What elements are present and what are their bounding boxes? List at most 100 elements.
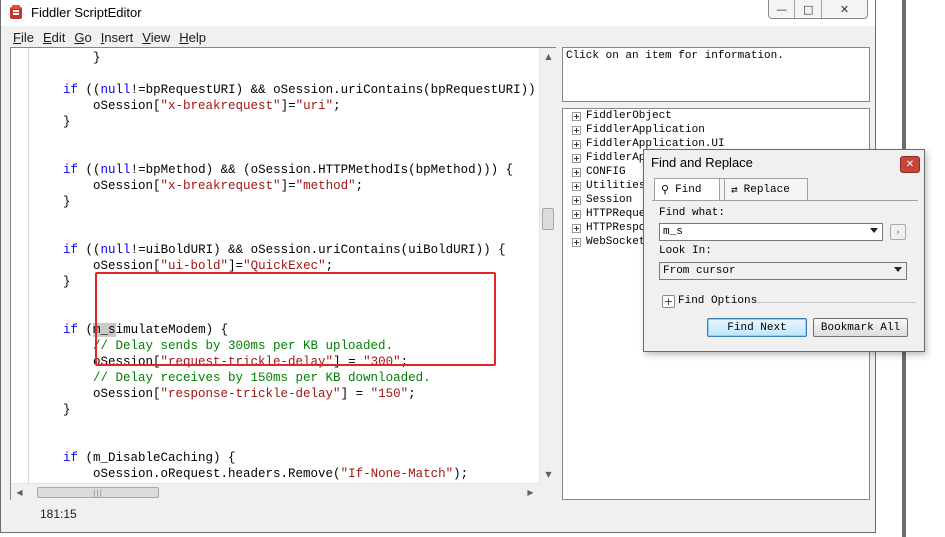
code-keyword: if bbox=[63, 163, 79, 177]
code-text: ; bbox=[355, 179, 364, 193]
code-line[interactable]: if (m_DisableCaching) { bbox=[11, 450, 236, 466]
menu-file-label: ile bbox=[20, 29, 34, 45]
code-string: "x-breakrequest" bbox=[160, 179, 281, 193]
code-text: ]= bbox=[280, 179, 296, 193]
menu-insert[interactable]: Insert bbox=[97, 30, 138, 45]
expand-icon[interactable] bbox=[572, 195, 581, 205]
code-string: "ui-bold" bbox=[160, 259, 229, 273]
code-line[interactable]: if ((null!=bpRequestURI) && oSession.uri… bbox=[11, 82, 539, 98]
tab-find[interactable]: ⚲ Find bbox=[654, 178, 720, 201]
expand-icon[interactable] bbox=[572, 237, 581, 247]
code-text: !=bpMethod) && (oSession.HTTPMethodIs(bp… bbox=[130, 163, 514, 177]
menu-bar: File Edit Go Insert View Help bbox=[9, 27, 869, 47]
tree-item[interactable]: FiddlerObject bbox=[572, 109, 672, 123]
expand-options-icon[interactable]: + bbox=[662, 295, 675, 308]
bookmark-all-button[interactable]: Bookmark All bbox=[813, 318, 908, 337]
code-text: oSession[ bbox=[11, 179, 161, 193]
expand-icon[interactable] bbox=[572, 139, 581, 149]
menu-go[interactable]: Go bbox=[70, 30, 95, 45]
find-what-input[interactable]: m_s bbox=[659, 223, 883, 241]
code-text: ( bbox=[78, 323, 94, 337]
scrollbar-corner bbox=[539, 483, 556, 500]
menu-help[interactable]: Help bbox=[175, 30, 210, 45]
code-line[interactable]: // Delay receives by 150ms per KB downlo… bbox=[11, 370, 431, 386]
code-string: "If-None-Match" bbox=[340, 467, 454, 481]
find-replace-dialog: Find and Replace ✕ ⚲ Find ⇄ Replace Find w… bbox=[643, 149, 925, 352]
find-what-label: Find what: bbox=[659, 207, 726, 219]
code-editor[interactable]: } if ((null!=bpRequestURI) && oSession.u… bbox=[10, 47, 556, 500]
minimize-button[interactable]: — bbox=[769, 0, 796, 18]
code-line[interactable]: if ((null!=uiBoldURI) && oSession.uriCon… bbox=[11, 242, 506, 258]
code-text: ; bbox=[325, 259, 334, 273]
find-what-dropdown-icon[interactable] bbox=[870, 228, 878, 233]
scroll-left-arrow-icon[interactable]: ◀ bbox=[11, 484, 28, 501]
horizontal-scroll-thumb[interactable]: ||| bbox=[37, 487, 159, 498]
code-line[interactable]: oSession["x-breakrequest"]="uri"; bbox=[11, 98, 341, 114]
find-what-value: m_s bbox=[663, 226, 683, 238]
menu-insert-label: nsert bbox=[104, 29, 134, 45]
code-line[interactable]: if ((null!=bpMethod) && (oSession.HTTPMe… bbox=[11, 162, 513, 178]
expand-icon[interactable] bbox=[572, 223, 581, 233]
code-text: !=bpRequestURI) && oSession.uriContains(… bbox=[130, 83, 539, 97]
expand-icon[interactable] bbox=[572, 153, 581, 163]
find-tab-panel: Find what: m_s › Look In: From cursor + … bbox=[652, 200, 918, 344]
code-text: ] = bbox=[340, 387, 371, 401]
menu-file[interactable]: File bbox=[9, 30, 38, 45]
expand-icon[interactable] bbox=[572, 111, 581, 121]
code-line[interactable]: oSession["response-trickle-delay"] = "15… bbox=[11, 386, 416, 402]
menu-edit[interactable]: Edit bbox=[39, 30, 69, 45]
find-next-button[interactable]: Find Next bbox=[707, 318, 807, 337]
menu-edit-mnemonic: E bbox=[42, 29, 52, 45]
code-text: (( bbox=[78, 83, 101, 97]
menu-go-mnemonic: G bbox=[74, 29, 85, 45]
editor-gutter bbox=[11, 48, 29, 483]
code-text: ; bbox=[333, 99, 341, 113]
code-comment: // Delay receives by 150ms per KB downlo… bbox=[93, 371, 431, 385]
code-text: ]= bbox=[280, 99, 296, 113]
look-in-select[interactable]: From cursor bbox=[659, 262, 907, 280]
look-in-label: Look In: bbox=[659, 245, 712, 257]
expand-icon[interactable] bbox=[572, 167, 581, 177]
look-in-dropdown-icon[interactable] bbox=[894, 267, 902, 272]
close-button[interactable]: ✕ bbox=[822, 0, 867, 18]
code-text: ); bbox=[453, 467, 469, 481]
horizontal-scrollbar[interactable]: ◀ ||| ▶ bbox=[11, 483, 539, 500]
code-text: oSession[ bbox=[11, 259, 161, 273]
code-text: ]= bbox=[228, 259, 244, 273]
expand-icon[interactable] bbox=[572, 209, 581, 219]
vertical-scroll-thumb[interactable] bbox=[542, 208, 554, 230]
vertical-scrollbar[interactable]: ▲ ▼ bbox=[539, 48, 556, 483]
code-keyword: null bbox=[100, 243, 131, 257]
scroll-right-arrow-icon[interactable]: ▶ bbox=[522, 484, 539, 501]
dialog-close-button[interactable]: ✕ bbox=[900, 156, 920, 173]
code-line[interactable]: oSession["x-breakrequest"]="method"; bbox=[11, 178, 363, 194]
code-area[interactable]: } if ((null!=bpRequestURI) && oSession.u… bbox=[11, 48, 539, 483]
expand-icon[interactable] bbox=[572, 125, 581, 135]
find-options-label[interactable]: Find Options bbox=[678, 295, 757, 307]
maximize-button[interactable]: □ bbox=[795, 0, 822, 18]
tree-item[interactable]: FiddlerApplication bbox=[572, 123, 705, 137]
fiddler-app-icon bbox=[10, 5, 22, 19]
code-line[interactable]: oSession.oRequest.headers.Remove("If-Non… bbox=[11, 466, 468, 482]
window-controls: — □ ✕ bbox=[768, 0, 868, 19]
scroll-up-arrow-icon[interactable]: ▲ bbox=[540, 48, 557, 65]
dialog-tabs: ⚲ Find ⇄ Replace bbox=[652, 178, 918, 201]
tree-item-label: Utilities bbox=[586, 180, 646, 192]
tab-find-label: Find bbox=[675, 184, 702, 196]
code-string: "uri" bbox=[295, 99, 334, 113]
expand-icon[interactable] bbox=[572, 181, 581, 191]
tree-item[interactable]: Utilities bbox=[572, 179, 645, 193]
tree-item[interactable]: CONFIG bbox=[572, 165, 626, 179]
scroll-down-arrow-icon[interactable]: ▼ bbox=[540, 466, 557, 483]
code-string: "QuickExec" bbox=[243, 259, 326, 273]
options-divider bbox=[756, 302, 916, 303]
code-text: (( bbox=[78, 163, 101, 177]
annotation-highlight-box bbox=[95, 272, 496, 366]
code-keyword: if bbox=[63, 451, 79, 465]
menu-view-label: iew bbox=[150, 29, 171, 45]
tree-item[interactable]: Session bbox=[572, 193, 632, 207]
menu-view[interactable]: View bbox=[138, 30, 174, 45]
tab-replace[interactable]: ⇄ Replace bbox=[724, 178, 808, 200]
menu-view-mnemonic: V bbox=[142, 29, 151, 45]
find-go-arrow-icon[interactable]: › bbox=[890, 224, 906, 240]
